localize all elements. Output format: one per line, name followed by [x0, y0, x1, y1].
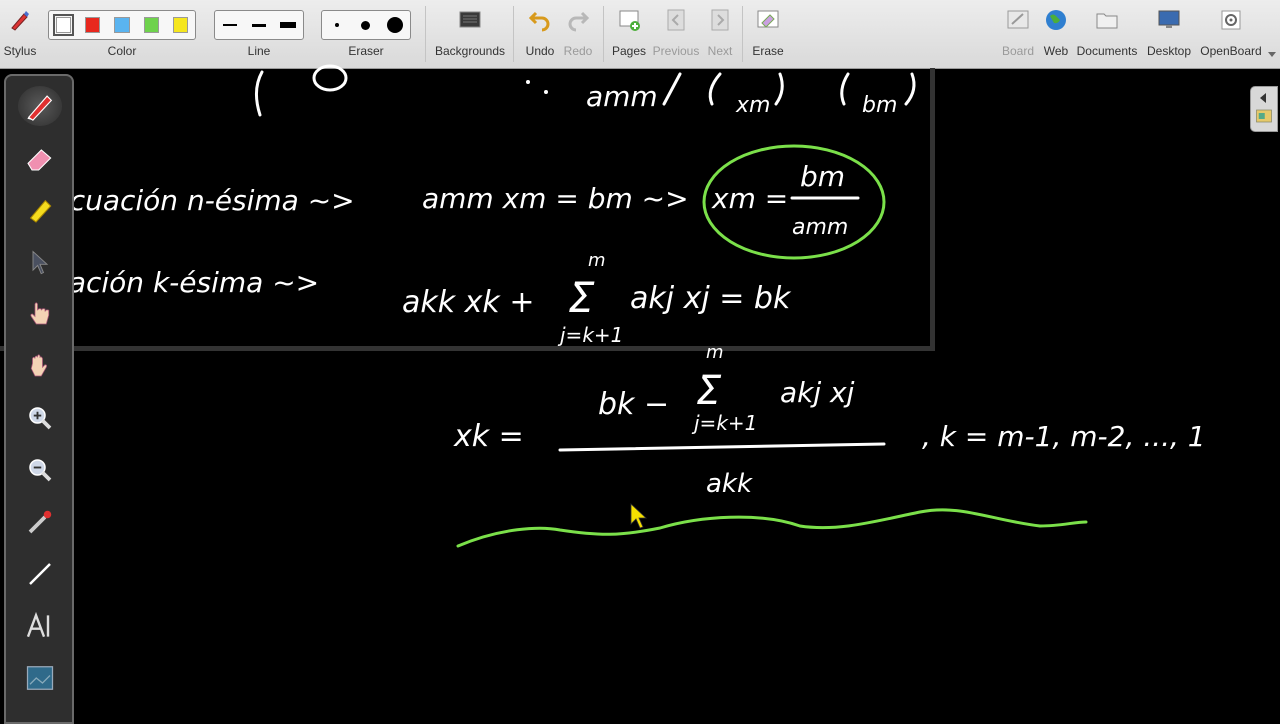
row1-xm: xm	[735, 93, 770, 118]
library-icon	[1256, 109, 1272, 123]
zoom-in-tool[interactable]	[18, 398, 62, 438]
interact-tool[interactable]	[18, 294, 62, 334]
pen-tool[interactable]	[18, 86, 62, 126]
eq-k-lhs: akk xk +	[402, 285, 534, 320]
tools-palette	[4, 74, 74, 724]
hand-tool[interactable]	[18, 346, 62, 386]
vector-x-right-bracket	[774, 72, 784, 106]
cursor-icon	[630, 503, 648, 529]
eq-k-rhs: akj xj = bk	[630, 281, 792, 316]
xk-num-term: akj xj	[780, 376, 855, 409]
zoom-out-tool[interactable]	[18, 450, 62, 490]
matrix-right-bracket	[662, 72, 682, 106]
side-panel-toggle[interactable]	[1250, 86, 1278, 132]
vector-x-left-bracket	[708, 72, 722, 106]
eq-n-label: Ecuación n-ésima ~>	[52, 184, 355, 217]
eq-k-sum-bottom: j=k+1	[557, 323, 623, 347]
zoom-in-icon	[29, 407, 52, 430]
pen-icon	[27, 95, 53, 121]
selector-tool[interactable]	[18, 242, 62, 282]
pointing-hand-icon	[30, 302, 50, 325]
zoom-out-icon	[29, 459, 52, 482]
board-canvas[interactable]: amm xm bm Ecuación n-ésima ~> amm xm = b…	[0, 0, 1280, 720]
capture-icon	[26, 666, 54, 690]
text-icon	[26, 611, 50, 638]
matrix-zero-entry	[312, 64, 348, 92]
matrix-left-bracket	[255, 70, 264, 117]
text-tool[interactable]	[18, 606, 62, 646]
eraser-icon	[27, 149, 52, 171]
xk-sum-top: m	[706, 342, 724, 363]
xk-sum-bottom: j=k+1	[691, 411, 757, 435]
row1-bm: bm	[862, 93, 897, 118]
hand-icon	[30, 354, 48, 377]
arrow-pointer-icon	[32, 250, 49, 275]
chevron-left-icon	[1260, 93, 1266, 103]
xk-num-b: bk −	[598, 387, 669, 422]
eq-n-boxed-den: amm	[792, 215, 848, 240]
vector-b-right-bracket	[904, 72, 916, 106]
eq-n-equation: amm xm = bm ~>	[422, 182, 689, 215]
xk-lhs: xk =	[453, 419, 524, 454]
eraser-tool[interactable]	[18, 138, 62, 178]
laser-pointer-tool[interactable]	[18, 502, 62, 542]
diagonal-dots	[526, 80, 530, 84]
green-underline	[456, 508, 1088, 548]
diagonal-dots	[544, 90, 548, 94]
line-icon	[29, 563, 51, 585]
line-tool[interactable]	[18, 554, 62, 594]
eq-k-sum-sign: Σ	[568, 273, 595, 322]
vector-b-left-bracket	[840, 72, 850, 106]
eq-n-boxed-lhs: xm =	[711, 182, 788, 215]
row1-amm: amm	[586, 80, 658, 113]
laser-pointer-icon	[28, 510, 52, 534]
highlighter-icon	[29, 199, 52, 223]
highlighter-tool[interactable]	[18, 190, 62, 230]
eq-n-boxed-num: bm	[800, 160, 845, 193]
xk-den: akk	[706, 469, 753, 499]
eq-k-sum-top: m	[588, 250, 606, 271]
fraction-bar	[558, 442, 886, 452]
xk-range: , k = m-1, m-2, ..., 1	[922, 420, 1206, 453]
xk-sum-sign: Σ	[696, 368, 722, 414]
capture-tool[interactable]	[18, 658, 62, 698]
